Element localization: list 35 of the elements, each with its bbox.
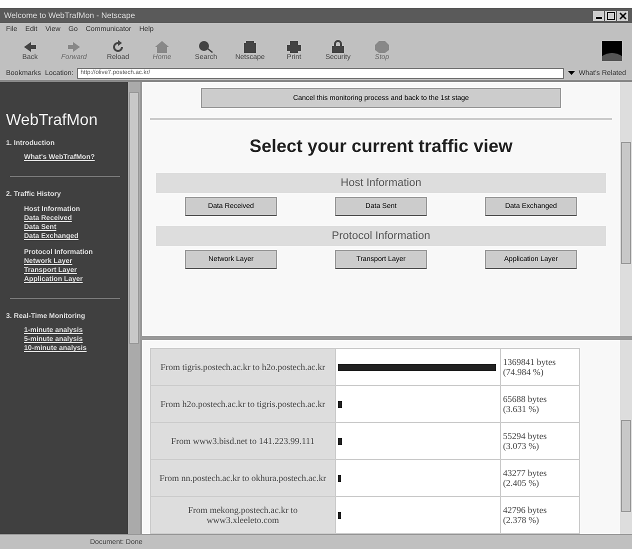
group-header: Protocol Information <box>156 226 606 246</box>
scrollbar[interactable] <box>128 82 140 534</box>
scrollbar[interactable] <box>620 82 632 336</box>
bytes-text: 65688 bytes <box>503 394 547 404</box>
flow-cell: From tigris.postech.ac.kr to h2o.postech.ac.kr <box>150 348 336 386</box>
window-title: Welcome to WebTrafMon - Netscape <box>4 11 136 20</box>
bytes-text: 42796 bytes <box>503 505 547 515</box>
flow-cell: From h2o.postech.ac.kr to tigris.postech.ac.kr <box>150 386 336 422</box>
page-heading: Select your current traffic view <box>248 136 514 157</box>
padlock-icon <box>329 40 347 54</box>
flow-cell: From mekong.postech.ac.kr to www3.xleeleto.com <box>150 496 336 534</box>
percent-text: (3.073 %) <box>503 441 540 451</box>
scrollbar[interactable] <box>620 340 632 534</box>
throbber-icon <box>602 40 622 60</box>
flow-cell: From www3.bisd.net to 141.223.99.111 <box>150 422 336 460</box>
home-icon <box>153 40 171 54</box>
dropdown-icon[interactable] <box>568 71 575 75</box>
search-icon <box>197 40 215 54</box>
close-icon <box>618 12 626 20</box>
percent-text: (2.405 %) <box>503 478 540 488</box>
stop-icon <box>373 40 391 54</box>
maximize-icon <box>606 12 614 20</box>
bytes-text: 43277 bytes <box>503 468 547 478</box>
group-header: Host Information <box>156 173 606 193</box>
flow-cell: From nn.postech.ac.kr to okhura.postech.ac.kr <box>150 460 336 496</box>
bytes-text: 1369841 bytes <box>503 357 556 367</box>
bytes-text: 55294 bytes <box>503 431 547 441</box>
minimize-button[interactable] <box>593 10 604 20</box>
maximize-button[interactable] <box>605 10 616 20</box>
site-logo: WebTrafMon <box>6 112 99 130</box>
percent-text: (3.631 %) <box>503 404 540 414</box>
percent-text: (2.378 %) <box>503 515 540 525</box>
minimize-icon <box>596 17 602 19</box>
close-button[interactable] <box>617 10 628 20</box>
percent-text: (74.984 %) <box>503 367 544 377</box>
